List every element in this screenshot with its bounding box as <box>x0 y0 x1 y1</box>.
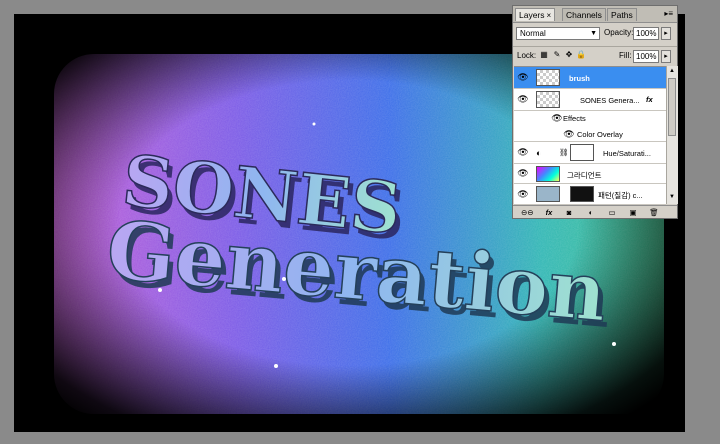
scrollbar-thumb[interactable] <box>668 78 676 136</box>
layer-thumbnail <box>536 91 560 108</box>
blend-mode-value: Normal <box>520 29 546 38</box>
layer-thumbnail <box>536 186 560 202</box>
opacity-field[interactable]: 100% <box>633 27 659 40</box>
layer-name[interactable]: brush <box>569 74 590 83</box>
lock-image-icon[interactable]: ✎ <box>552 50 562 60</box>
layer-name[interactable]: Hue/Saturati... <box>603 149 651 158</box>
layer-mask-thumbnail <box>570 144 594 161</box>
fill-field[interactable]: 100% <box>633 50 659 63</box>
layer-row-pattern[interactable]: 👁 패턴(질감) c... <box>514 184 666 205</box>
workspace-right-area <box>685 0 720 444</box>
layer-name[interactable]: 패턴(질감) c... <box>598 190 643 201</box>
link-layers-icon[interactable]: ⊖⊖ <box>521 207 534 218</box>
effect-name: Color Overlay <box>577 130 623 139</box>
layer-row-gradient[interactable]: 👁 그라디언트 <box>514 164 666 184</box>
layers-scrollbar[interactable]: ▲ ▼ <box>666 66 678 204</box>
layer-thumbnail <box>536 69 560 86</box>
layer-effect-color-overlay[interactable]: 👁 Color Overlay <box>514 126 666 142</box>
layer-row-sones-generation[interactable]: 👁 SONES Genera... fx <box>514 89 666 111</box>
trash-icon[interactable]: 🗑 <box>648 207 660 218</box>
lock-row: Lock: ▦ ✎ ✥ 🔒 Fill: 100% ▸ <box>513 46 677 65</box>
eye-icon[interactable]: 👁 <box>516 189 530 200</box>
eye-icon[interactable]: 👁 <box>562 129 576 140</box>
fill-slider-button[interactable]: ▸ <box>661 50 671 63</box>
new-adjustment-layer-icon[interactable]: ◐ <box>585 207 597 218</box>
lock-label: Lock: <box>517 51 537 60</box>
workspace-bottom-area <box>0 432 720 444</box>
adjustment-icon: ◐ <box>536 148 542 158</box>
panel-tabs: Layers × Channels Paths ▸≡ <box>513 6 677 23</box>
panel-menu-icon[interactable]: ▸≡ <box>664 9 673 18</box>
scroll-up-icon[interactable]: ▲ <box>668 67 676 76</box>
opacity-slider-button[interactable]: ▸ <box>661 27 671 40</box>
scroll-down-icon[interactable]: ▼ <box>668 193 676 202</box>
chevron-down-icon: ▼ <box>590 30 597 37</box>
layer-thumbnail <box>536 166 560 182</box>
fill-label: Fill: <box>619 51 632 60</box>
lock-all-icon[interactable]: 🔒 <box>576 50 586 60</box>
eye-icon[interactable]: 👁 <box>550 113 564 124</box>
tab-channels-label: Channels <box>566 10 602 20</box>
layers-list: 👁 brush 👁 SONES Genera... fx 👁 Effects 👁… <box>514 66 666 205</box>
tab-paths-label: Paths <box>611 10 633 20</box>
layer-effects-row[interactable]: 👁 Effects <box>514 111 666 126</box>
add-layer-style-icon[interactable]: fx <box>543 207 555 218</box>
link-icon: ⛓ <box>559 148 569 157</box>
layer-row-hue-saturation[interactable]: 👁 ◐ ⛓ Hue/Saturati... <box>514 142 666 164</box>
panel-footer: ⊖⊖ fx ◙ ◐ ▭ ▣ 🗑 <box>513 205 677 219</box>
tab-channels[interactable]: Channels <box>562 8 606 21</box>
layer-row-brush[interactable]: 👁 brush <box>514 67 666 89</box>
opacity-label: Opacity: <box>604 28 634 37</box>
blend-row: Normal ▼ Opacity: 100% ▸ <box>513 25 677 43</box>
effects-label: Effects <box>563 114 586 123</box>
new-group-icon[interactable]: ▭ <box>606 207 618 218</box>
layer-name[interactable]: SONES Genera... <box>580 96 640 105</box>
layers-panel: Layers × Channels Paths ▸≡ Normal ▼ Opaci… <box>512 5 678 219</box>
new-layer-icon[interactable]: ▣ <box>627 207 639 218</box>
lock-transparency-icon[interactable]: ▦ <box>539 50 549 60</box>
eye-icon[interactable]: 👁 <box>516 147 530 158</box>
add-mask-icon[interactable]: ◙ <box>563 207 575 218</box>
tab-layers[interactable]: Layers × <box>515 8 556 21</box>
layer-name[interactable]: 그라디언트 <box>567 170 602 181</box>
lock-position-icon[interactable]: ✥ <box>564 50 574 60</box>
tab-paths[interactable]: Paths <box>607 8 637 21</box>
blend-mode-select[interactable]: Normal ▼ <box>516 27 600 40</box>
close-icon[interactable]: × <box>547 11 552 20</box>
eye-icon[interactable]: 👁 <box>516 94 530 105</box>
eye-icon[interactable]: 👁 <box>516 168 530 179</box>
tab-layers-label: Layers <box>519 10 545 20</box>
layer-mask-thumbnail <box>570 186 594 202</box>
eye-icon[interactable]: 👁 <box>516 72 530 83</box>
fx-icon[interactable]: fx <box>646 95 653 104</box>
